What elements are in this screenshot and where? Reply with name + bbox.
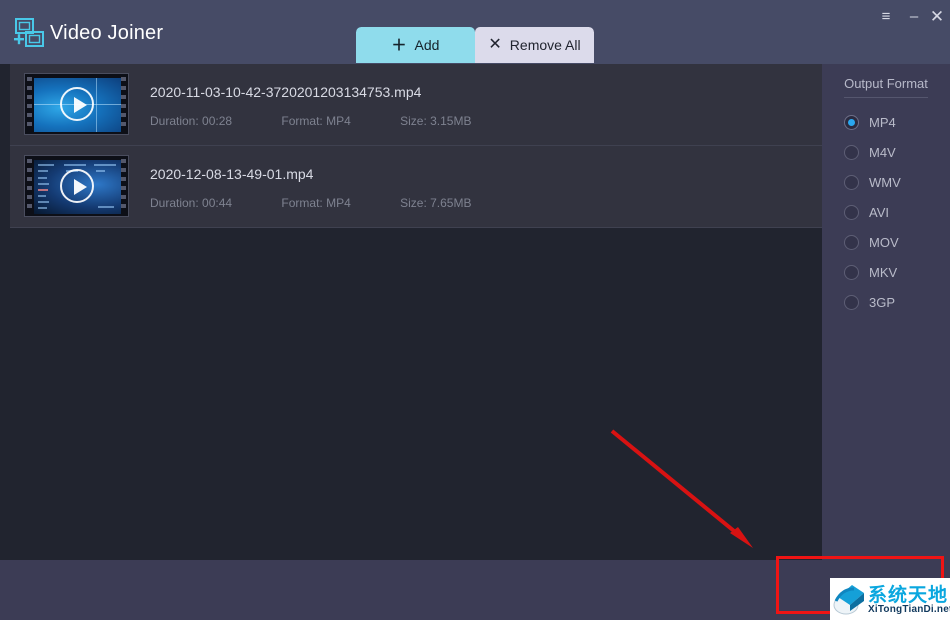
format-label: MOV (869, 235, 899, 250)
play-icon (60, 87, 94, 121)
format-label: M4V (869, 145, 896, 160)
file-format: Format: MP4 (281, 196, 350, 210)
app-title: Video Joiner (50, 22, 163, 45)
radio-icon[interactable] (844, 265, 859, 280)
file-duration: Duration: 00:28 (150, 114, 232, 128)
watermark-logo: 系统天地 XiTongTianDi.net (830, 578, 950, 620)
file-meta: Duration: 00:44 Format: MP4 Size: 7.65MB (150, 196, 471, 210)
file-name: 2020-11-03-10-42-3720201203134753.mp4 (150, 84, 421, 100)
format-option-mp4[interactable]: MP4 (844, 112, 944, 132)
file-size: Size: 3.15MB (400, 114, 471, 128)
close-icon[interactable]: ✕ (925, 6, 949, 28)
format-label: AVI (869, 205, 889, 220)
radio-icon[interactable] (844, 145, 859, 160)
app-logo-icon (12, 17, 46, 49)
output-format-title: Output Format (822, 76, 950, 91)
file-name: 2020-12-08-13-49-01.mp4 (150, 166, 313, 182)
format-label: 3GP (869, 295, 895, 310)
video-thumbnail (24, 155, 129, 217)
film-sprockets-left (25, 74, 34, 135)
play-icon (60, 169, 94, 203)
file-list: 2020-11-03-10-42-3720201203134753.mp4 Du… (10, 64, 822, 560)
film-sprockets-right (119, 74, 128, 135)
film-sprockets-left (25, 156, 34, 217)
video-thumbnail (24, 73, 129, 135)
table-row[interactable]: 2020-11-03-10-42-3720201203134753.mp4 Du… (10, 64, 822, 146)
format-option-avi[interactable]: AVI (844, 202, 944, 222)
title-bar: Video Joiner ≡ – ✕ ＋ Add ✕ Remove All (0, 0, 950, 64)
format-option-mov[interactable]: MOV (844, 232, 944, 252)
radio-icon[interactable] (844, 175, 859, 190)
toolbar-tabs: ＋ Add ✕ Remove All (356, 27, 594, 63)
file-format: Format: MP4 (281, 114, 350, 128)
format-option-3gp[interactable]: 3GP (844, 292, 944, 312)
format-label: MKV (869, 265, 897, 280)
output-format-panel: Output Format MP4 M4V WMV AVI MOV MKV 3G… (822, 64, 950, 560)
watermark-cn-text: 系统天地 (868, 580, 948, 607)
close-x-icon: ✕ (488, 37, 501, 53)
file-size: Size: 7.65MB (400, 196, 471, 210)
table-row[interactable]: 2020-12-08-13-49-01.mp4 Duration: 00:44 … (10, 146, 822, 228)
tab-add[interactable]: ＋ Add (356, 27, 475, 63)
radio-icon[interactable] (844, 295, 859, 310)
radio-icon[interactable] (844, 205, 859, 220)
bottom-bar: Output folder: ⋯ Output name: Join (0, 560, 950, 620)
menu-icon[interactable]: ≡ (874, 6, 898, 28)
format-label: MP4 (869, 115, 896, 130)
tab-add-label: Add (415, 37, 440, 53)
film-sprockets-right (119, 156, 128, 217)
watermark-en-text: XiTongTianDi.net (868, 604, 950, 615)
watermark-icon (832, 581, 866, 615)
format-label: WMV (869, 175, 901, 190)
radio-icon[interactable] (844, 235, 859, 250)
format-option-m4v[interactable]: M4V (844, 142, 944, 162)
minimize-icon[interactable]: – (902, 6, 926, 28)
tab-remove-all[interactable]: ✕ Remove All (475, 27, 594, 63)
divider (844, 97, 928, 98)
tab-remove-all-label: Remove All (510, 37, 581, 53)
radio-icon[interactable] (844, 115, 859, 130)
format-option-mkv[interactable]: MKV (844, 262, 944, 282)
plus-icon: ＋ (392, 38, 407, 53)
file-duration: Duration: 00:44 (150, 196, 232, 210)
format-option-wmv[interactable]: WMV (844, 172, 944, 192)
file-meta: Duration: 00:28 Format: MP4 Size: 3.15MB (150, 114, 471, 128)
